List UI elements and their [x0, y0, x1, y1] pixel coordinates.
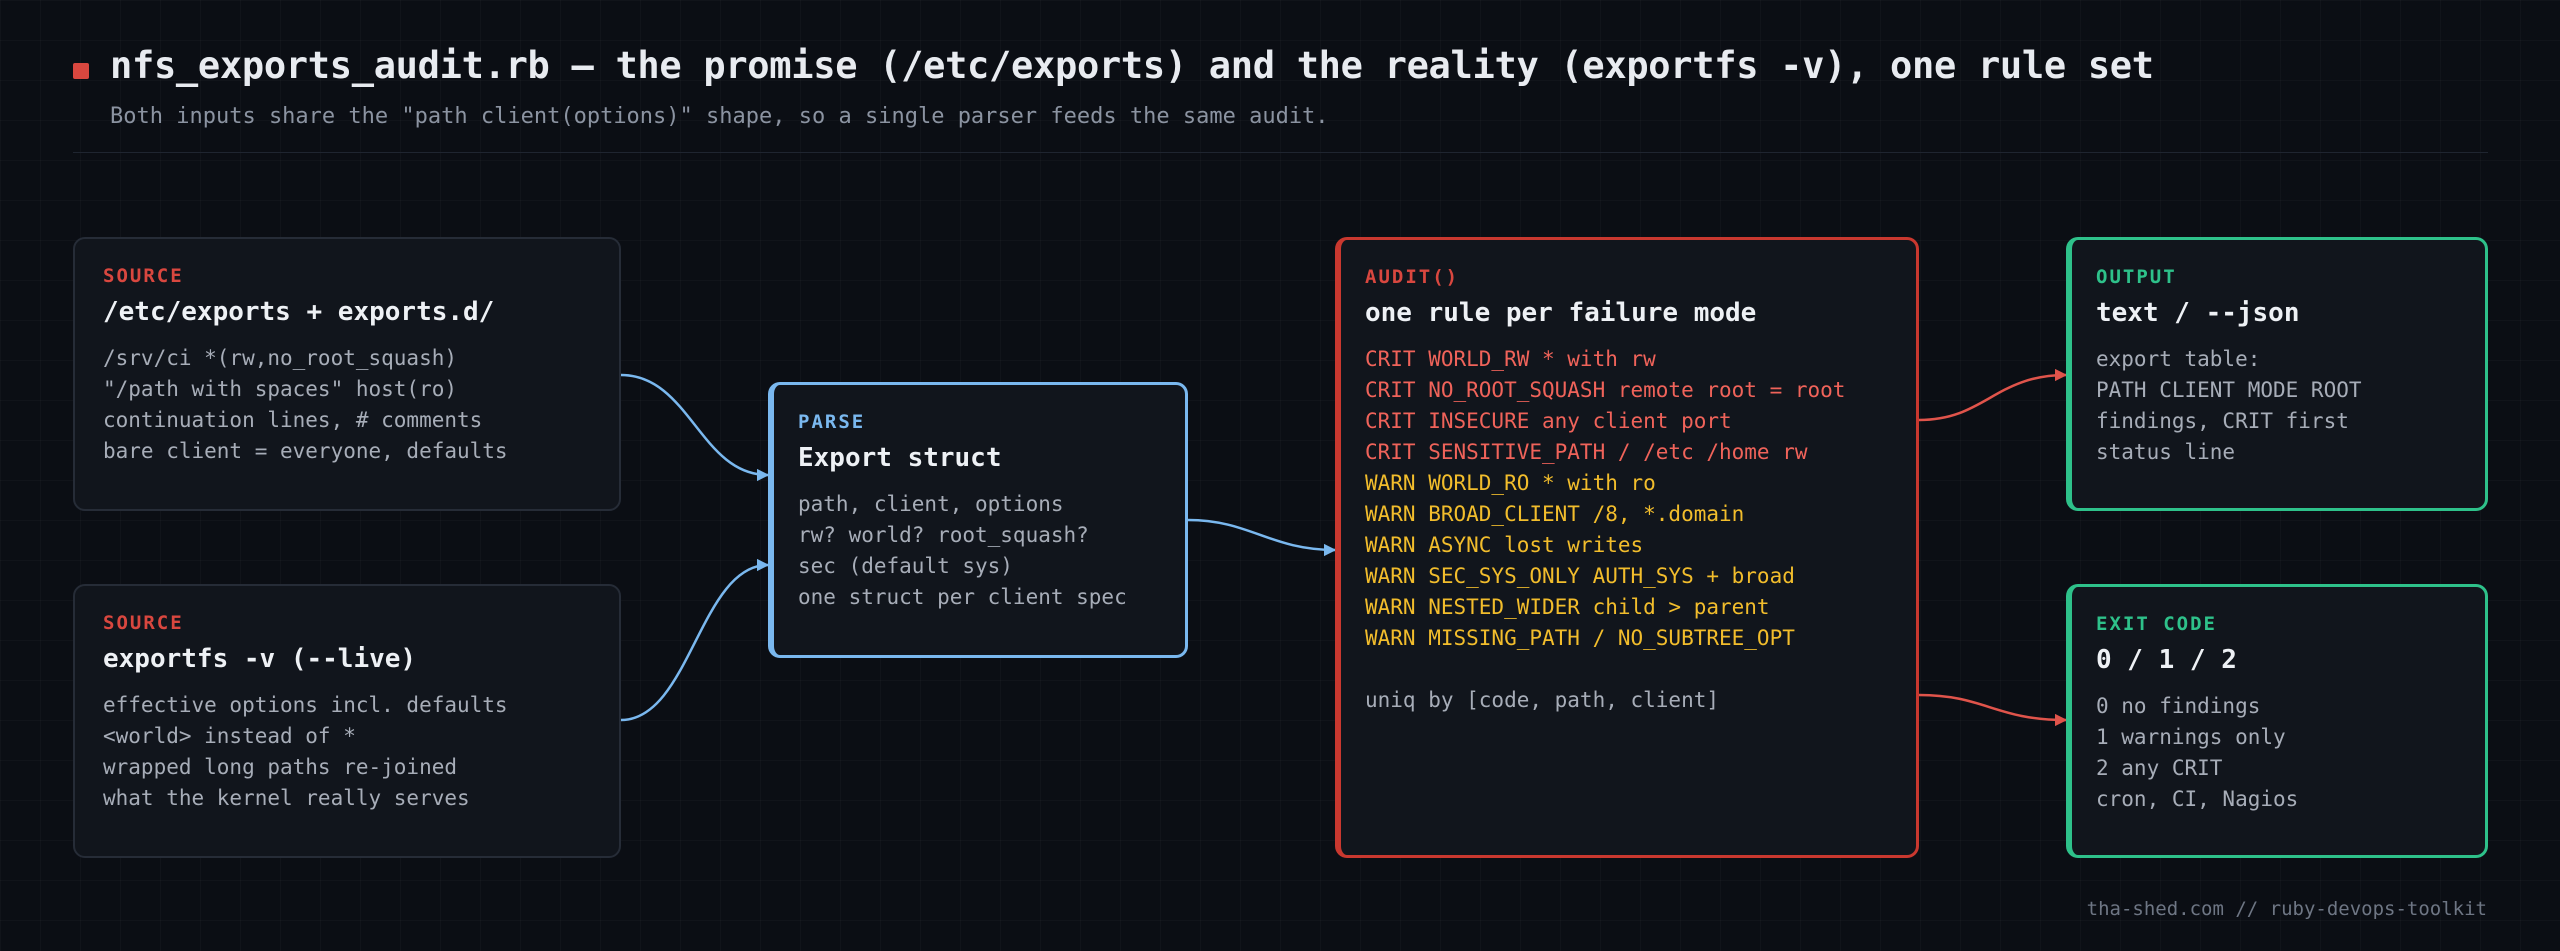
node-heading: one rule per failure mode — [1365, 298, 1757, 328]
diagram-canvas: nfs_exports_audit.rb — the promise (/etc… — [0, 0, 2560, 951]
warn-rule: WARN SEC_SYS_ONLY AUTH_SYS + broad — [1365, 564, 1795, 588]
source-exports-node: SOURCE /etc/exports + exports.d/ /srv/ci… — [73, 237, 621, 511]
node-line: 0 no findings — [2096, 694, 2261, 718]
node-tag: PARSE — [798, 411, 866, 433]
arrow-audit-to-exit-code — [1918, 693, 2068, 727]
node-line: PATH CLIENT MODE ROOT — [2096, 378, 2362, 402]
node-line: status line — [2096, 440, 2236, 464]
node-line: what the kernel really serves — [103, 786, 470, 810]
output-node: OUTPUT text / --json export table: PATH … — [2066, 237, 2488, 511]
crit-rule: CRIT NO_ROOT_SQUASH remote root = root — [1365, 378, 1846, 402]
arrow-audit-to-output — [1918, 368, 2068, 422]
page-subtitle: Both inputs share the "path client(optio… — [110, 104, 1329, 129]
node-line: "/path with spaces" host(ro) — [103, 377, 458, 401]
site-credit: tha-shed.com // ruby-devops-toolkit — [2086, 898, 2487, 920]
node-tag: AUDIT() — [1365, 266, 1460, 288]
node-heading: exportfs -v (--live) — [103, 644, 417, 674]
audit-dedupe-note: uniq by [code, path, client] — [1365, 688, 1720, 712]
arrow-live-to-parse — [620, 558, 770, 722]
arrow-exports-to-parse — [620, 373, 770, 482]
crit-rule: CRIT SENSITIVE_PATH / /etc /home rw — [1365, 440, 1808, 464]
node-line: sec (default sys) — [798, 554, 1013, 578]
node-line: one struct per client spec — [798, 585, 1127, 609]
header-divider — [73, 152, 2488, 153]
node-line: export table: — [2096, 347, 2261, 371]
warn-rule: WARN WORLD_RO * with ro — [1365, 471, 1656, 495]
node-heading: 0 / 1 / 2 — [2096, 645, 2237, 675]
node-line: cron, CI, Nagios — [2096, 787, 2299, 811]
node-heading: /etc/exports + exports.d/ — [103, 297, 495, 327]
warn-rule: WARN NESTED_WIDER child > parent — [1365, 595, 1770, 619]
node-line: findings, CRIT first — [2096, 409, 2349, 433]
node-tag: SOURCE — [103, 612, 184, 634]
node-heading: Export struct — [798, 443, 1002, 473]
node-line: bare client = everyone, defaults — [103, 439, 508, 463]
node-tag: EXIT CODE — [2096, 613, 2217, 635]
node-heading: text / --json — [2096, 298, 2300, 328]
node-line: <world> instead of * — [103, 724, 356, 748]
warn-rule: WARN MISSING_PATH / NO_SUBTREE_OPT — [1365, 626, 1795, 650]
node-line: rw? world? root_squash? — [798, 523, 1089, 547]
exit-code-node: EXIT CODE 0 / 1 / 2 0 no findings 1 warn… — [2066, 584, 2488, 858]
audit-node: AUDIT() one rule per failure mode CRIT W… — [1335, 237, 1919, 858]
node-tag: OUTPUT — [2096, 266, 2177, 288]
node-tag: SOURCE — [103, 265, 184, 287]
node-line: /srv/ci *(rw,no_root_squash) — [103, 346, 458, 370]
arrow-parse-to-audit — [1187, 518, 1337, 557]
node-line: 2 any CRIT — [2096, 756, 2223, 780]
crit-rule: CRIT WORLD_RW * with rw — [1365, 347, 1656, 371]
node-line: effective options incl. defaults — [103, 693, 508, 717]
source-live-node: SOURCE exportfs -v (--live) effective op… — [73, 584, 621, 858]
warn-rule: WARN BROAD_CLIENT /8, *.domain — [1365, 502, 1745, 526]
warn-rule: WARN ASYNC lost writes — [1365, 533, 1644, 557]
node-line: 1 warnings only — [2096, 725, 2286, 749]
parse-node: PARSE Export struct path, client, option… — [768, 382, 1188, 658]
node-line: path, client, options — [798, 492, 1064, 516]
node-line: continuation lines, # comments — [103, 408, 483, 432]
node-line: wrapped long paths re-joined — [103, 755, 458, 779]
page-title: nfs_exports_audit.rb — the promise (/etc… — [110, 44, 2154, 87]
title-marker-icon — [73, 63, 89, 79]
crit-rule: CRIT INSECURE any client port — [1365, 409, 1732, 433]
